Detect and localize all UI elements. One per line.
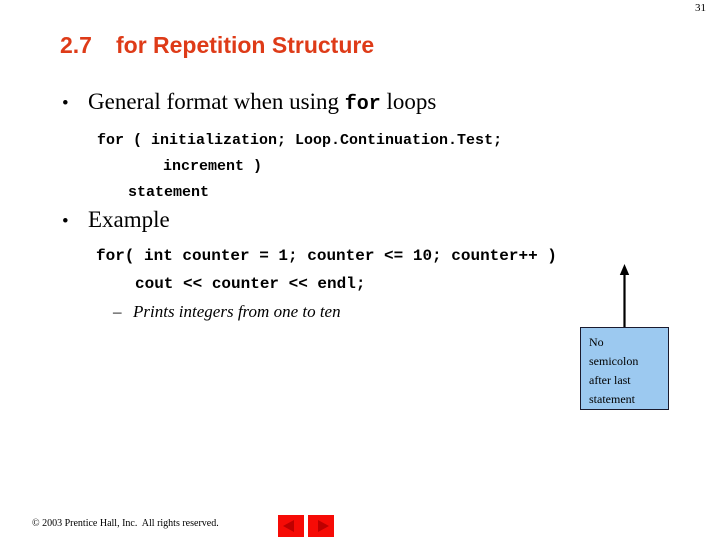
triangle-right-icon [318, 520, 329, 532]
bullet-text-after: loops [380, 89, 437, 114]
bullet-text-keyword: for [344, 93, 381, 116]
bullet-general-format: • General format when using for loops [62, 90, 436, 115]
slide-canvas: 31 2.7 for Repetition Structure • General … [0, 0, 720, 540]
bullet-marker-icon: • [62, 93, 69, 114]
bullet-example: • Example [62, 208, 170, 231]
callout-arrow-icon [619, 264, 630, 333]
code-line-2: cout << counter << endl; [135, 275, 366, 293]
code-line-1: for( int counter = 1; counter <= 10; cou… [96, 247, 557, 265]
callout-box-text: No semicolon after last statement [589, 335, 639, 406]
footer-copyright: © 2003 Prentice Hall, Inc. All rights re… [32, 518, 219, 529]
sub-bullet-marker-icon: – [113, 302, 122, 321]
callout-box-no-semicolon: No semicolon after last statement [580, 327, 669, 410]
sub-bullet-text: Prints integers from one to ten [133, 302, 341, 321]
slide-body: • General format when using for loops for… [0, 0, 720, 540]
code-line-2: increment ) [163, 158, 263, 175]
bullet-text-before: Example [88, 207, 170, 232]
triangle-left-icon [283, 520, 294, 532]
sub-bullet-prints-integers: – Prints integers from one to ten [113, 303, 341, 320]
code-block-example: for( int counter = 1; counter <= 10; cou… [96, 242, 557, 298]
previous-slide-button[interactable] [278, 515, 304, 537]
next-slide-button[interactable] [308, 515, 334, 537]
code-line-3: statement [128, 184, 210, 201]
bullet-text-before: General format when using [88, 89, 345, 114]
code-block-general-format: for ( initialization; Loop.Continuation.… [97, 128, 502, 206]
bullet-marker-icon: • [62, 211, 69, 232]
code-line-1: for ( initialization; Loop.Continuation.… [97, 132, 503, 149]
